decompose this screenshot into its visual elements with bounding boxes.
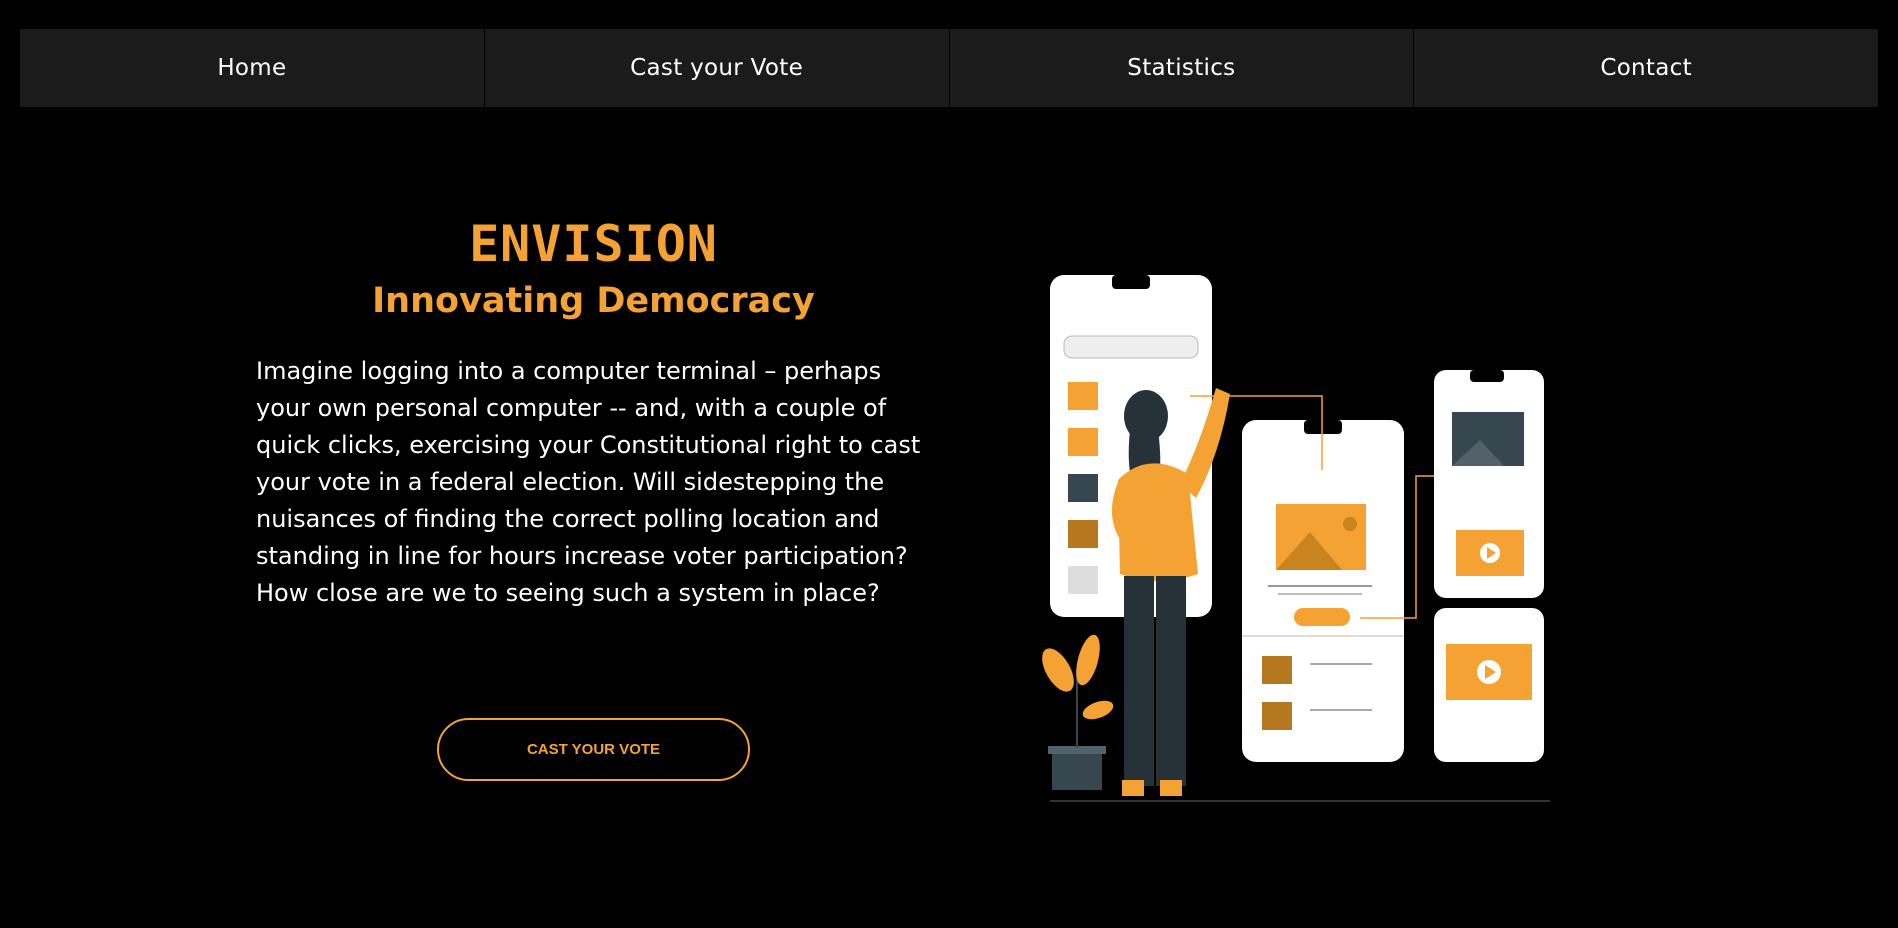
nav-item-cast-vote[interactable]: Cast your Vote [485, 29, 950, 107]
cast-vote-button[interactable]: CAST YOUR VOTE [437, 718, 750, 781]
hero-body: Imagine logging into a computer terminal… [256, 357, 921, 607]
main-nav: Home Cast your Vote Statistics Contact [20, 29, 1878, 107]
nav-item-home[interactable]: Home [20, 29, 485, 107]
hero-section: ENVISION Innovating Democracy Imagine lo… [256, 215, 931, 612]
hero-title: ENVISION [469, 215, 718, 273]
illustration-svg [1042, 275, 1550, 802]
nav-item-contact[interactable]: Contact [1414, 29, 1878, 107]
nav-item-statistics[interactable]: Statistics [950, 29, 1415, 107]
woman-with-phone-screens-illustration [1020, 270, 1560, 810]
hero-subtitle: Innovating Democracy [372, 281, 815, 321]
